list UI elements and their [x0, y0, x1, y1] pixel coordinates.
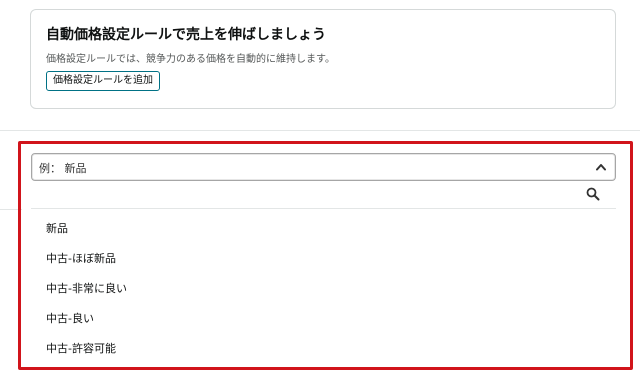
chevron-up-icon[interactable] [596, 163, 606, 171]
dropdown-search-row [31, 181, 616, 209]
condition-select[interactable]: 例： 新品 [31, 153, 616, 181]
dropdown-options-list: 新品 中古-ほぼ新品 中古-非常に良い 中古-良い 中古-許容可能 [31, 209, 616, 363]
option-label: 中古-ほぼ新品 [46, 252, 116, 265]
section-divider [0, 130, 640, 131]
option-label: 新品 [46, 222, 68, 235]
option-used-acceptable[interactable]: 中古-許容可能 [31, 331, 616, 361]
pricing-rule-promo-card: 自動価格設定ルールで売上を伸ばしましょう 価格設定ルールでは、競争力のある価格を… [30, 9, 616, 109]
option-used-like-new[interactable]: 中古-ほぼ新品 [31, 241, 616, 271]
option-used-good[interactable]: 中古-良い [31, 301, 616, 331]
add-pricing-rule-button[interactable]: 価格設定ルールを追加 [46, 71, 160, 91]
promo-title: 自動価格設定ルールで売上を伸ばしましょう [46, 27, 326, 43]
search-icon[interactable] [586, 187, 600, 201]
select-value: 例： 新品 [39, 162, 87, 175]
option-label: 中古-非常に良い [46, 282, 127, 295]
option-label: 中古-良い [46, 312, 94, 325]
option-new[interactable]: 新品 [31, 211, 616, 241]
option-label: 中古-許容可能 [46, 342, 116, 355]
promo-description: 価格設定ルールでは、競争力のある価格を自動的に維持します。 [46, 54, 335, 65]
option-used-very-good[interactable]: 中古-非常に良い [31, 271, 616, 301]
dropdown-search-input[interactable] [37, 184, 581, 206]
